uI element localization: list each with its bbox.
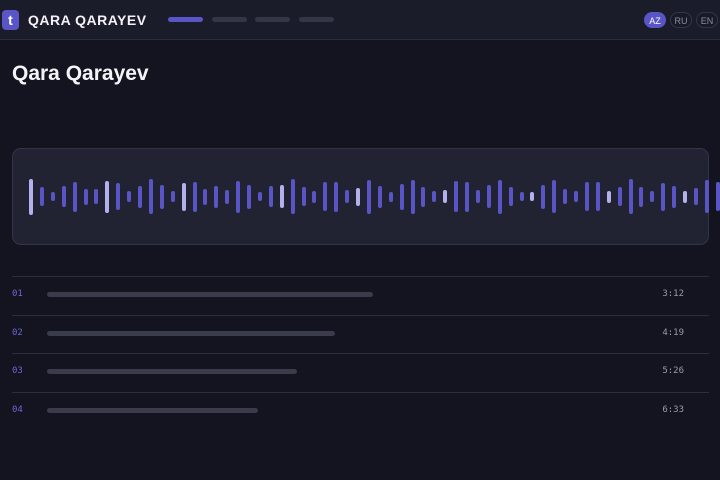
waveform-bar [705, 180, 709, 213]
waveform-bar [421, 187, 425, 207]
waveform-bar [73, 182, 77, 212]
lang-button-az[interactable]: AZ [644, 12, 666, 28]
waveform-bar [552, 180, 556, 213]
brand-name[interactable]: QARA QARAYEV [28, 12, 147, 28]
nav-tab[interactable] [299, 17, 334, 22]
waveform-bar [694, 188, 698, 205]
waveform-bar [389, 192, 393, 202]
waveform-bar [94, 189, 98, 204]
top-bar: t QARA QARAYEV AZ RU EN [0, 0, 720, 40]
track-number: 01 [12, 289, 23, 299]
waveform-bar [280, 185, 284, 208]
waveform-bar [378, 186, 382, 208]
track-row[interactable]: 04 6:33 [12, 393, 709, 431]
waveform-bar [400, 184, 404, 210]
track-title-placeholder [47, 292, 373, 297]
waveform-bar [40, 187, 44, 206]
waveform-panel[interactable] [12, 148, 720, 245]
waveform-bar [356, 188, 360, 206]
track-title-placeholder [47, 408, 258, 413]
waveform-bar [160, 185, 164, 209]
waveform-bar [509, 187, 513, 206]
waveform-bar [639, 187, 643, 207]
waveform-bar [629, 179, 633, 214]
track-number: 03 [12, 366, 23, 376]
waveform-bar [498, 180, 502, 214]
track-row[interactable]: 03 5:26 [12, 354, 709, 392]
waveform-bar [214, 186, 218, 208]
waveform-bar [258, 192, 262, 201]
track-duration: 5:26 [662, 366, 684, 376]
waveform-bar [574, 191, 578, 202]
waveform-bar [476, 190, 480, 203]
track-row[interactable]: 02 4:19 [12, 316, 709, 354]
waveform-bar [269, 186, 273, 207]
waveform-bar [149, 179, 153, 214]
waveform-bar [334, 182, 338, 212]
waveform-bar [62, 186, 66, 207]
waveform-bar [236, 181, 240, 213]
track-number: 02 [12, 328, 23, 338]
track-title-placeholder [47, 369, 297, 374]
waveform-bar [443, 190, 447, 203]
waveform-bar [171, 191, 175, 202]
lang-button-en[interactable]: EN [696, 12, 718, 28]
waveform-bar [367, 180, 371, 214]
waveform-bar [585, 182, 589, 211]
waveform-bar [618, 187, 622, 206]
waveform-bar [225, 190, 229, 204]
track-row[interactable]: 01 3:12 [12, 277, 709, 315]
track-duration: 6:33 [662, 405, 684, 415]
waveform-bar [520, 192, 524, 201]
track-number: 04 [12, 405, 23, 415]
waveform-bar [116, 183, 120, 210]
track-duration: 4:19 [662, 328, 684, 338]
nav-tab[interactable] [255, 17, 290, 22]
waveform-bar [105, 181, 109, 213]
waveform-bar [454, 181, 458, 212]
waveform-bar [563, 189, 567, 204]
waveform-bar [127, 191, 131, 202]
nav-tab[interactable] [212, 17, 247, 22]
waveform-bar [672, 186, 676, 208]
waveform-bar [650, 191, 654, 202]
waveform-bar [29, 179, 33, 215]
waveform-bar [247, 185, 251, 209]
track-duration: 3:12 [662, 289, 684, 299]
waveform-bar [51, 192, 55, 201]
nav-tab[interactable] [168, 17, 203, 22]
waveform-bar [193, 182, 197, 212]
waveform-bar [345, 190, 349, 203]
waveform-bar [661, 183, 665, 211]
waveform-bar [323, 182, 327, 211]
waveform-bar [411, 180, 415, 214]
waveform-bar [683, 191, 687, 203]
page-title: Qara Qarayev [12, 62, 149, 85]
waveform-bar [541, 185, 545, 209]
waveform-bar [302, 187, 306, 206]
waveform-bar [596, 182, 600, 211]
waveform-bar [84, 189, 88, 205]
waveform-bar [487, 185, 491, 208]
waveform-bar [465, 182, 469, 212]
logo-icon[interactable]: t [2, 10, 19, 30]
waveform-bar [607, 191, 611, 203]
waveform-bar [530, 192, 534, 201]
waveform-bar [291, 179, 295, 214]
waveform-bar [312, 191, 316, 203]
waveform-bar [182, 183, 186, 211]
waveform-bar [716, 182, 720, 211]
waveform-bar [432, 191, 436, 202]
waveform-bar [138, 186, 142, 208]
lang-button-ru[interactable]: RU [670, 12, 692, 28]
track-title-placeholder [47, 331, 335, 336]
waveform-bar [203, 189, 207, 205]
